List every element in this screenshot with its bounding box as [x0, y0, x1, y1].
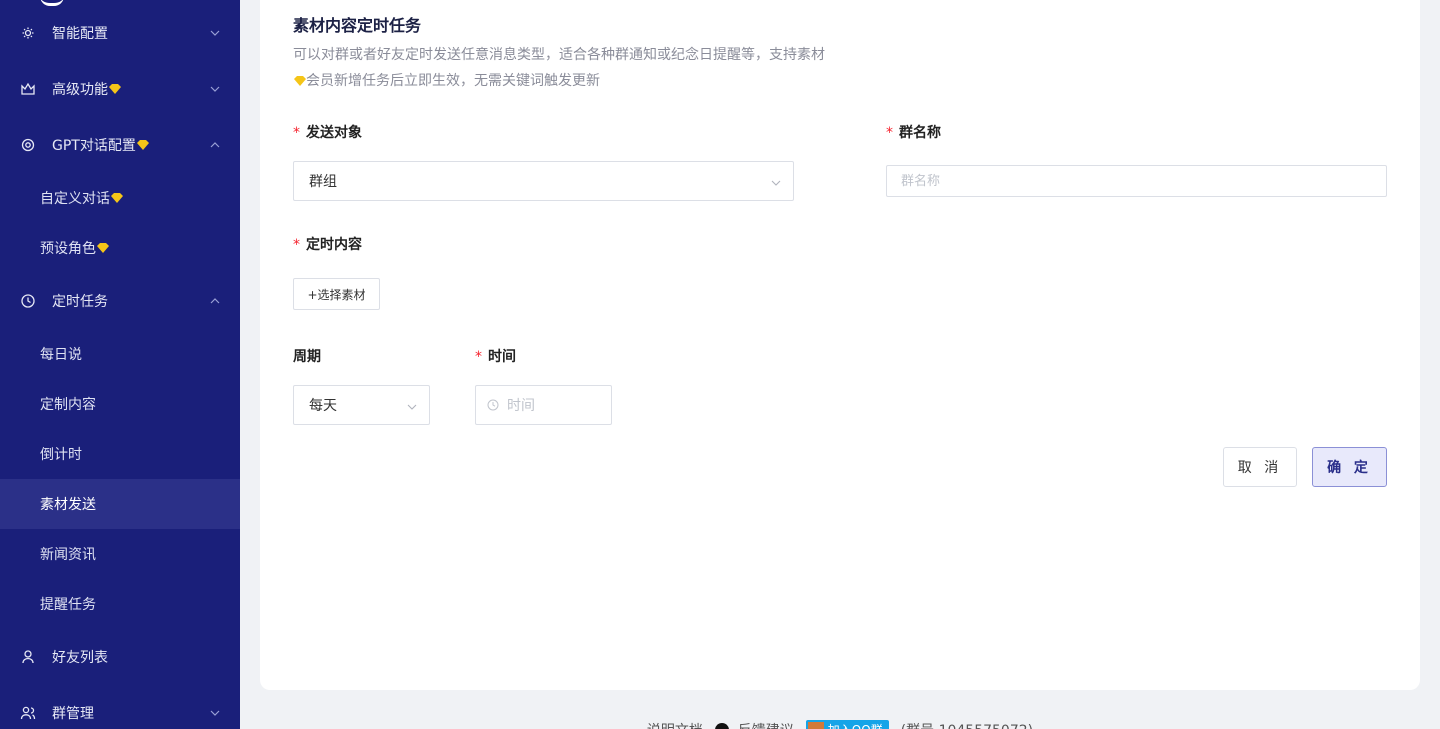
sidebar-item-label: 定制内容 — [40, 397, 96, 413]
send-target-label-text: 发送对象 — [306, 125, 362, 141]
send-target-label: * 发送对象 — [293, 122, 362, 142]
group-name-label-text: 群名称 — [899, 125, 941, 141]
select-material-button[interactable]: +选择素材 — [293, 278, 380, 310]
user-icon — [20, 649, 36, 665]
sidebar-item-label: 自定义对话 — [40, 191, 110, 207]
required-mark: * — [475, 349, 482, 365]
group-name-input[interactable] — [886, 165, 1387, 197]
diamond-icon — [111, 193, 123, 203]
sidebar-item-custom-dialog[interactable]: 自定义对话 — [0, 173, 240, 223]
page-description: 可以对群或者好友定时发送任意消息类型，适合各种群通知或纪念日提醒等，支持素材 会… — [293, 42, 893, 94]
openai-icon — [20, 137, 36, 153]
chevron-down-icon — [210, 84, 220, 94]
sidebar-item-friends[interactable]: 好友列表 — [0, 632, 240, 682]
chevron-down-icon — [407, 400, 417, 410]
sidebar-item-label: 素材发送 — [40, 497, 96, 513]
clock-icon — [20, 293, 36, 309]
scheduled-content-label: * 定时内容 — [293, 234, 362, 254]
cycle-label: 周期 — [293, 349, 321, 365]
sidebar-item-label: 倒计时 — [40, 447, 82, 463]
chevron-down-icon — [210, 708, 220, 718]
send-target-select[interactable]: 群组 — [293, 161, 794, 201]
diamond-icon — [97, 243, 109, 253]
diamond-icon — [294, 76, 306, 86]
chevron-up-icon — [210, 140, 220, 150]
sidebar-item-scheduled-tasks[interactable]: 定时任务 — [0, 276, 240, 326]
sidebar-item-advanced[interactable]: 高级功能 — [0, 64, 240, 114]
chevron-down-icon — [210, 28, 220, 38]
sidebar-item-material-send[interactable]: 素材发送 — [0, 479, 240, 529]
join-qq-group-button[interactable]: 加入QQ群 — [805, 720, 889, 729]
sidebar-item-smart-config[interactable]: 智能配置 — [0, 8, 240, 58]
sidebar: 智能配置 高级功能 GPT对话配置 自定义对话 预设角色 定时任务 每日说 定制… — [0, 0, 240, 729]
sidebar-item-custom-content[interactable]: 定制内容 — [0, 379, 240, 429]
description-line-2-text: 会员新增任务后立即生效，无需关键词触发更新 — [306, 73, 600, 89]
confirm-button[interactable]: 确 定 — [1312, 447, 1387, 487]
sidebar-item-reminder[interactable]: 提醒任务 — [0, 579, 240, 629]
sidebar-item-label: 智能配置 — [52, 26, 108, 42]
docs-link[interactable]: 说明文档 — [647, 720, 703, 729]
form-card: 素材内容定时任务 可以对群或者好友定时发送任意消息类型，适合各种群通知或纪念日提… — [260, 0, 1420, 690]
sidebar-item-label: 提醒任务 — [40, 597, 96, 613]
clock-icon — [487, 399, 499, 411]
feedback-text: 反馈建议 — [738, 720, 794, 729]
sidebar-item-daily[interactable]: 每日说 — [0, 329, 240, 379]
sidebar-item-gpt-config[interactable]: GPT对话配置 — [0, 120, 240, 170]
github-icon — [714, 723, 729, 729]
sidebar-item-preset-role[interactable]: 预设角色 — [0, 223, 240, 273]
sidebar-item-news[interactable]: 新闻资讯 — [0, 529, 240, 579]
time-label: * 时间 — [475, 346, 516, 366]
cancel-button[interactable]: 取 消 — [1223, 447, 1297, 487]
crown-icon — [20, 81, 36, 97]
page-title: 素材内容定时任务 — [293, 16, 422, 35]
diamond-icon — [109, 84, 121, 94]
scheduled-content-label-text: 定时内容 — [306, 237, 362, 253]
sidebar-item-label: 新闻资讯 — [40, 547, 96, 563]
time-placeholder: 时间 — [507, 398, 535, 414]
sidebar-item-label: 每日说 — [40, 347, 82, 363]
diamond-icon — [136, 140, 149, 150]
group-number: (群号 1045575072) — [901, 720, 1033, 729]
chevron-down-icon — [771, 176, 781, 186]
main-area: 素材内容定时任务 可以对群或者好友定时发送任意消息类型，适合各种群通知或纪念日提… — [240, 0, 1440, 729]
sidebar-item-label: GPT对话配置 — [52, 138, 136, 154]
cycle-value: 每天 — [309, 398, 337, 414]
description-line-2: 会员新增任务后立即生效，无需关键词触发更新 — [293, 68, 893, 94]
sidebar-item-label: 预设角色 — [40, 241, 96, 257]
group-name-label: * 群名称 — [886, 122, 941, 142]
sidebar-item-label: 高级功能 — [52, 82, 108, 98]
sidebar-item-group-manage[interactable]: 群管理 — [0, 688, 240, 729]
required-mark: * — [886, 125, 893, 141]
footer: 说明文档 反馈建议 加入QQ群 (群号 1045575072) — [240, 710, 1440, 729]
sidebar-item-label: 群管理 — [52, 706, 94, 722]
feedback-link[interactable]: 反馈建议 — [714, 720, 794, 729]
time-picker[interactable]: 时间 — [475, 385, 612, 425]
cycle-select[interactable]: 每天 — [293, 385, 430, 425]
chevron-up-icon — [210, 296, 220, 306]
qq-group-avatar-icon — [807, 722, 824, 729]
logo-fragment — [40, 0, 64, 6]
qq-badge-text: 加入QQ群 — [828, 721, 883, 729]
sidebar-item-label: 定时任务 — [52, 294, 108, 310]
gear-icon — [20, 25, 36, 41]
required-mark: * — [293, 125, 300, 141]
group-icon — [20, 705, 36, 721]
required-mark: * — [293, 237, 300, 253]
time-label-text: 时间 — [488, 349, 516, 365]
sidebar-item-countdown[interactable]: 倒计时 — [0, 429, 240, 479]
sidebar-item-label: 好友列表 — [52, 650, 108, 666]
description-line-1: 可以对群或者好友定时发送任意消息类型，适合各种群通知或纪念日提醒等，支持素材 — [293, 47, 825, 63]
send-target-value: 群组 — [309, 174, 337, 190]
